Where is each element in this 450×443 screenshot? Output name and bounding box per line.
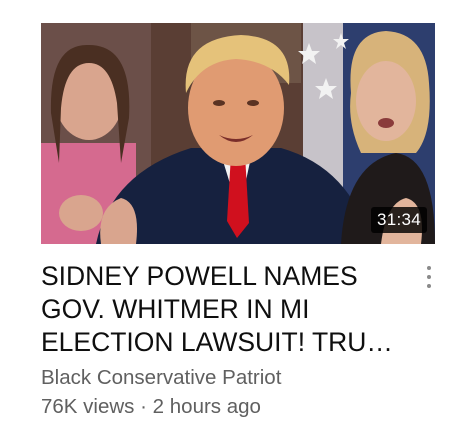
meta-separator: ·	[140, 395, 147, 418]
video-title[interactable]: SIDNEY POWELL NAMES GOV. WHITMER IN MI E…	[41, 260, 411, 359]
view-count: 76K views	[41, 395, 135, 418]
menu-dot	[427, 275, 431, 279]
video-metadata: 76K views · 2 hours ago	[41, 395, 261, 419]
video-thumbnail[interactable]: 31:34	[41, 23, 435, 244]
video-duration-badge: 31:34	[370, 207, 427, 233]
more-vert-icon[interactable]	[418, 264, 440, 296]
menu-dot	[427, 266, 431, 270]
upload-age: 2 hours ago	[152, 395, 261, 418]
menu-dot	[427, 284, 431, 288]
channel-name[interactable]: Black Conservative Patriot	[41, 366, 281, 390]
